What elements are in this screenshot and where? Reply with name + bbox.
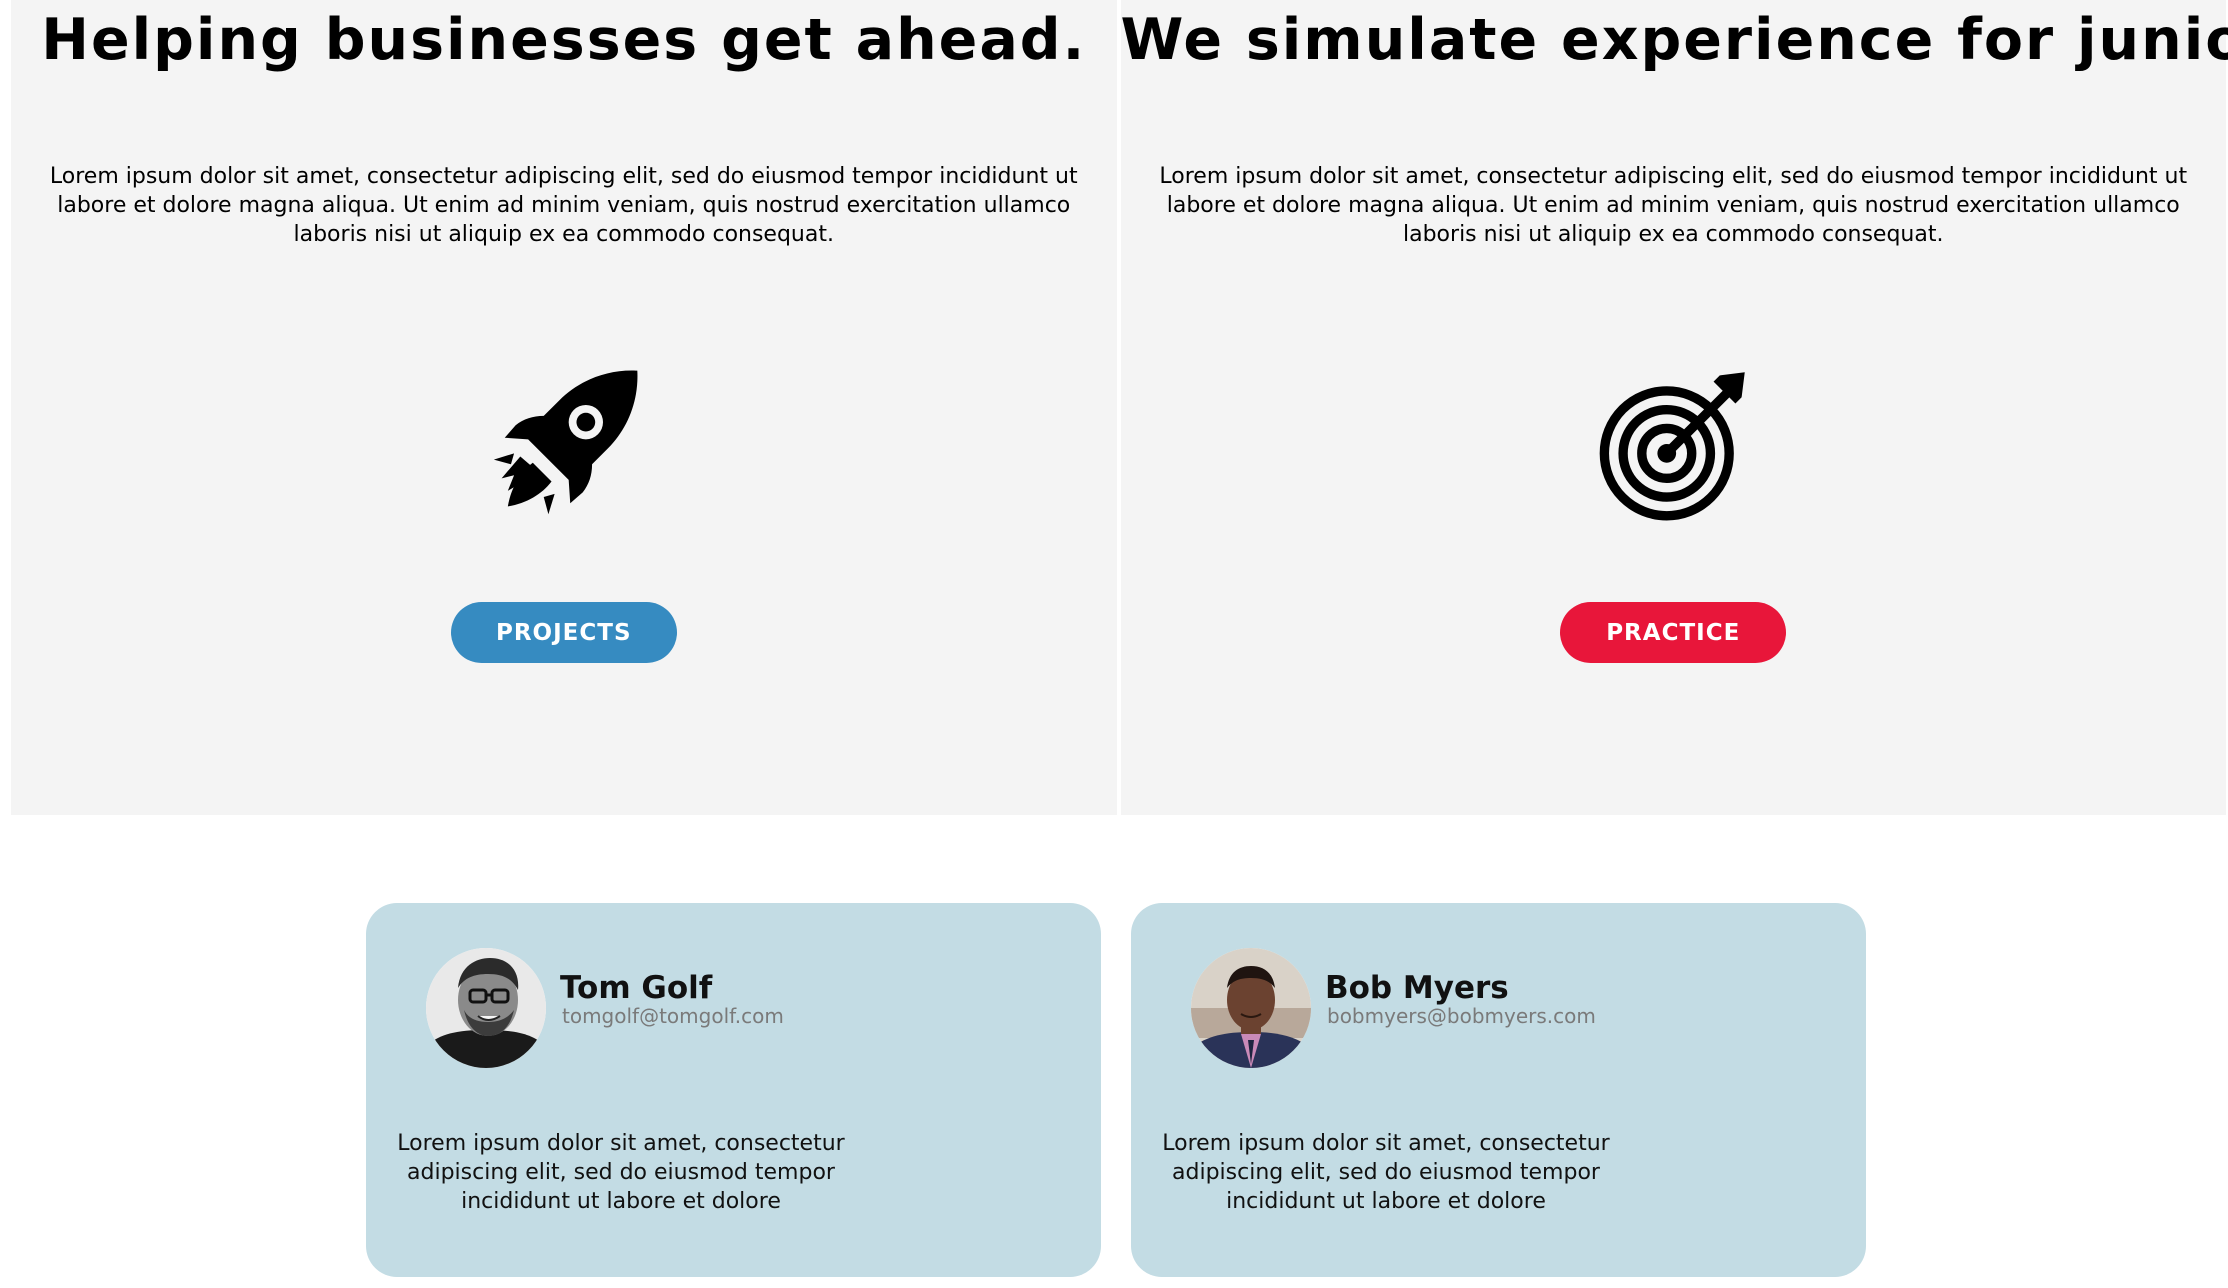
card-email[interactable]: bobmyers@bobmyers.com [1327, 1003, 1596, 1029]
testimonial-cards: Tom Golf tomgolf@tomgolf.com Lorem ipsum… [366, 903, 1866, 1277]
testimonial-card: Tom Golf tomgolf@tomgolf.com Lorem ipsum… [366, 903, 1101, 1277]
avatar [1191, 948, 1311, 1068]
card-name: Tom Golf [560, 970, 713, 1006]
target-icon [1595, 366, 1751, 522]
panel-title: We simulate experience for juniors. [1120, 7, 2228, 73]
panel-description: Lorem ipsum dolor sit amet, consectetur … [1159, 164, 2188, 247]
hero-panels: Helping businesses get ahead. Lorem ipsu… [11, 0, 2228, 815]
card-text: Lorem ipsum dolor sit amet, consectetur … [1162, 1131, 1610, 1214]
practice-button[interactable]: PRACTICE [1560, 602, 1787, 663]
projects-button[interactable]: PROJECTS [450, 602, 677, 663]
card-email[interactable]: tomgolf@tomgolf.com [562, 1003, 784, 1029]
panel-title: Helping businesses get ahead. [41, 7, 1087, 73]
testimonial-card: Bob Myers bobmyers@bobmyers.com Lorem ip… [1131, 903, 1866, 1277]
panel-description: Lorem ipsum dolor sit amet, consectetur … [49, 164, 1078, 247]
card-text: Lorem ipsum dolor sit amet, consectetur … [397, 1131, 845, 1214]
avatar [426, 948, 546, 1068]
card-name: Bob Myers [1325, 970, 1509, 1006]
panel-practice: We simulate experience for juniors. Lore… [1120, 0, 2228, 815]
page: Helping businesses get ahead. Lorem ipsu… [0, 0, 2228, 1288]
panel-projects: Helping businesses get ahead. Lorem ipsu… [11, 0, 1117, 815]
rocket-icon [486, 366, 642, 522]
